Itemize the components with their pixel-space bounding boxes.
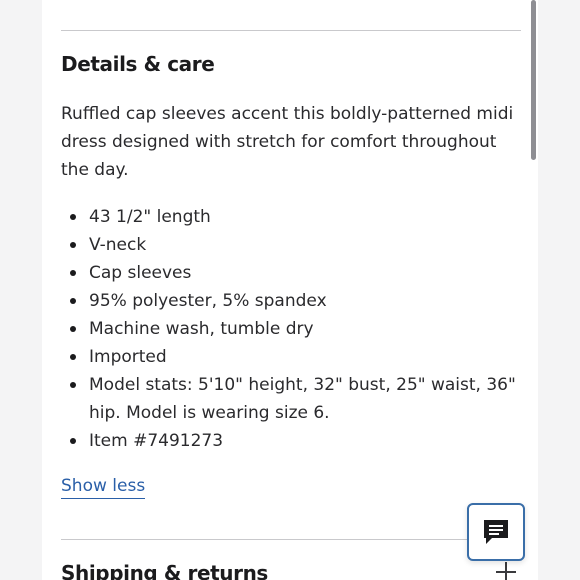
chat-button[interactable]	[467, 503, 525, 561]
list-item: Cap sleeves	[70, 259, 521, 287]
list-item: 43 1/2" length	[70, 203, 521, 231]
list-item: V-neck	[70, 231, 521, 259]
show-less-link[interactable]: Show less	[61, 474, 146, 499]
plus-icon[interactable]	[494, 560, 518, 580]
list-item: Machine wash, tumble dry	[70, 315, 521, 343]
scrollbar-thumb[interactable]	[531, 0, 536, 160]
list-item: 95% polyester, 5% spandex	[70, 287, 521, 315]
details-panel: Details & care Ruffled cap sleeves accen…	[42, 0, 538, 580]
list-item: Imported	[70, 343, 521, 371]
shipping-returns-heading[interactable]: Shipping & returns	[61, 561, 268, 580]
details-list: 43 1/2" length V-neck Cap sleeves 95% po…	[61, 203, 521, 455]
list-item: Item #7491273	[70, 427, 521, 455]
list-item: Model stats: 5'10" height, 32" bust, 25"…	[70, 371, 521, 427]
chat-bubble-icon	[484, 520, 508, 544]
product-description: Ruffled cap sleeves accent this boldly-p…	[61, 104, 514, 180]
details-care-heading: Details & care	[61, 52, 215, 76]
section-divider-bottom	[61, 539, 521, 540]
product-details-page: Details & care Ruffled cap sleeves accen…	[0, 0, 580, 580]
section-divider-top	[61, 30, 521, 31]
